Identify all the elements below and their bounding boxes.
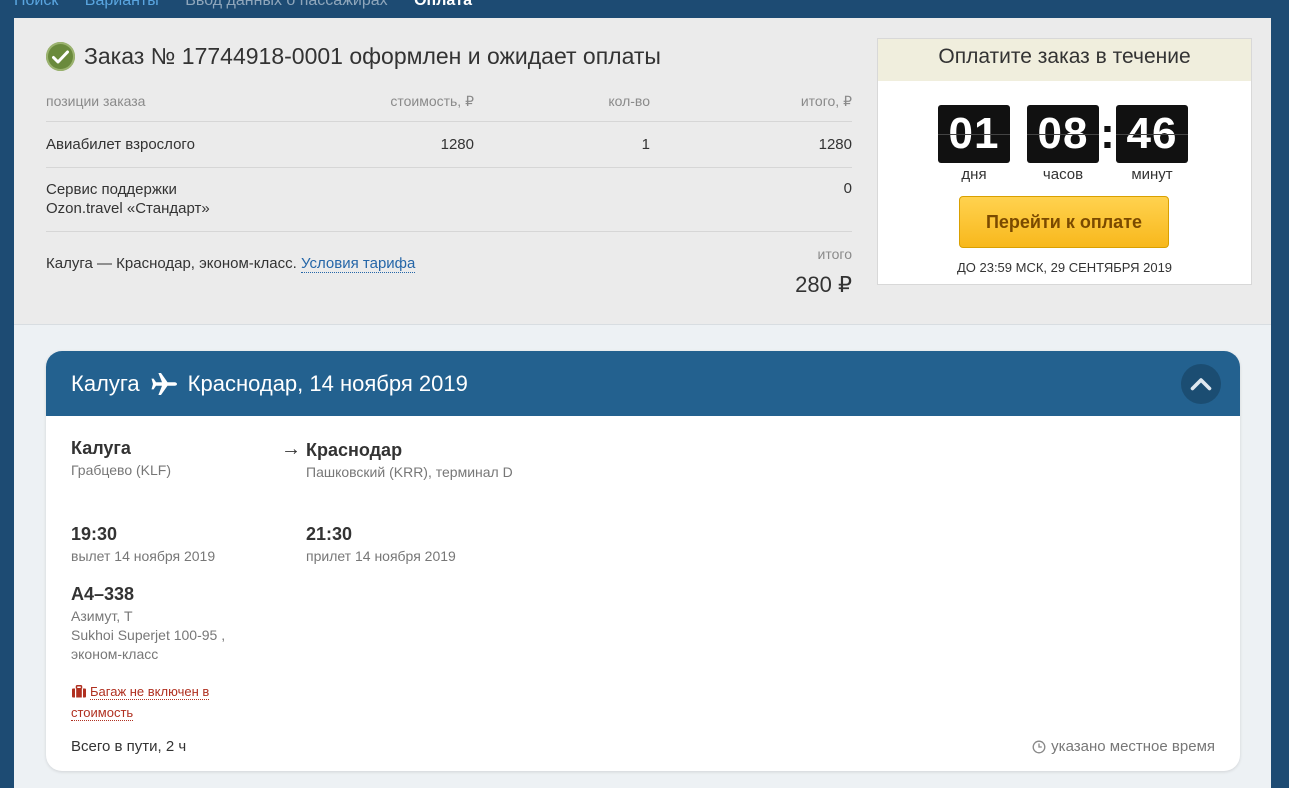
arrival-time: 21:30 <box>306 524 353 544</box>
order-table: позиции заказа стоимость, ₽ кол-во итого… <box>46 88 852 304</box>
departure-airport: Грабцево (KLF) <box>71 462 171 478</box>
flight-header-from: Калуга <box>71 370 140 396</box>
local-time-note: указано местное время <box>1032 738 1215 755</box>
timer-minutes-label: минут <box>1131 166 1173 183</box>
order-table-header: позиции заказа стоимость, ₽ кол-во итого… <box>46 88 852 122</box>
row-price: 1280 <box>440 136 474 153</box>
baggage-info: Багаж не включен в стоимость <box>71 682 231 722</box>
timer-minutes: 46 минут <box>1116 105 1188 183</box>
total-label: итого <box>817 246 852 262</box>
flight-header-to: Краснодар, 14 ноября 2019 <box>187 370 468 396</box>
departure-city: Калуга <box>71 438 131 458</box>
row-name: Сервис поддержки Ozon.travel «Стандарт» <box>46 181 210 217</box>
breadcrumb: Поиск Варианты Ввод данных о пассажирах … <box>14 0 494 10</box>
column-header-price: стоимость, ₽ <box>390 93 474 109</box>
timer-days-value: 01 <box>938 105 1010 163</box>
check-icon <box>46 42 75 71</box>
arrival-date: прилет 14 ноября 2019 <box>306 548 456 564</box>
arrival-airport: Пашковский (KRR), терминал D <box>306 464 513 480</box>
departure-date: вылет 14 ноября 2019 <box>71 548 216 564</box>
main-content: Заказ № 17744918-0001 оформлен и ожидает… <box>14 18 1271 788</box>
breadcrumb-search[interactable]: Поиск <box>14 0 58 9</box>
payment-heading: Оплатите заказ в течение <box>878 39 1251 81</box>
departure-time: 19:30 <box>71 524 118 544</box>
luggage-icon <box>71 684 87 703</box>
table-row: Авиабилет взрослого 1280 1 1280 <box>46 122 852 168</box>
payment-deadline: ДО 23:59 МСК, 29 СЕНТЯБРЯ 2019 <box>956 260 1173 275</box>
arrival-city: Краснодар <box>306 440 403 460</box>
column-header-name: позиции заказа <box>46 93 146 109</box>
total-value: 280 ₽ <box>795 272 852 297</box>
row-total: 0 <box>843 180 852 197</box>
go-to-payment-button[interactable]: Перейти к оплате <box>959 196 1169 248</box>
order-footer: Калуга — Краснодар, эконом-класс. Услови… <box>46 232 852 304</box>
row-qty: 1 <box>641 136 650 153</box>
breadcrumb-payment: Оплата <box>414 0 472 9</box>
timer-gap <box>1010 105 1027 183</box>
order-title-block: Заказ № 17744918-0001 оформлен и ожидает… <box>46 42 661 71</box>
row-total: 1280 <box>818 136 852 153</box>
payment-countdown-box: Оплатите заказ в течение 01 дня 08 часов… <box>877 38 1252 285</box>
route-text: Калуга — Краснодар, эконом-класс. <box>46 255 297 272</box>
countdown-timer: 01 дня 08 часов : 46 минут <box>938 105 1188 183</box>
cabin-class: эконом-класс <box>71 646 159 662</box>
local-time-text: указано местное время <box>1051 738 1215 755</box>
aircraft-model: Sukhoi Superjet 100-95 , <box>71 627 226 643</box>
route-note: Калуга — Краснодар, эконом-класс. Услови… <box>46 255 416 273</box>
flight-header: Калуга Краснодар, 14 ноября 2019 <box>46 351 1240 416</box>
baggage-not-included-link[interactable]: Багаж не включен в стоимость <box>71 684 210 721</box>
tariff-conditions-link[interactable]: Условия тарифа <box>300 255 416 273</box>
timer-hours-label: часов <box>1042 166 1084 183</box>
order-title: Заказ № 17744918-0001 оформлен и ожидает… <box>84 43 661 69</box>
flight-number: А4–338 <box>71 584 135 604</box>
timer-hours: 08 часов <box>1027 105 1099 183</box>
total-travel-time: Всего в пути, 2 ч <box>71 738 187 755</box>
timer-minutes-value: 46 <box>1116 105 1188 163</box>
breadcrumb-variants[interactable]: Варианты <box>85 0 159 9</box>
collapse-button[interactable] <box>1181 364 1221 404</box>
timer-days-label: дня <box>961 166 987 183</box>
flight-details: Калуга Грабцево (KLF) → Краснодар Пашков… <box>46 416 1240 771</box>
clock-icon <box>1032 740 1046 754</box>
breadcrumb-passengers: Ввод данных о пассажирах <box>185 0 388 9</box>
row-name: Авиабилет взрослого <box>46 136 195 153</box>
timer-colon: : <box>1100 109 1115 158</box>
route-arrow: → <box>281 438 301 460</box>
plane-icon <box>150 372 178 396</box>
timer-days: 01 дня <box>938 105 1010 183</box>
order-summary: Заказ № 17744918-0001 оформлен и ожидает… <box>14 18 1271 325</box>
column-header-qty: кол-во <box>608 93 650 109</box>
chevron-up-icon <box>1190 377 1212 391</box>
timer-hours-value: 08 <box>1027 105 1099 163</box>
carrier-name: Азимут, Т <box>71 608 133 624</box>
flight-card: Калуга Краснодар, 14 ноября 2019 Калуга … <box>46 351 1240 771</box>
column-header-total: итого, ₽ <box>800 93 852 109</box>
table-row: Сервис поддержки Ozon.travel «Стандарт» … <box>46 168 852 232</box>
